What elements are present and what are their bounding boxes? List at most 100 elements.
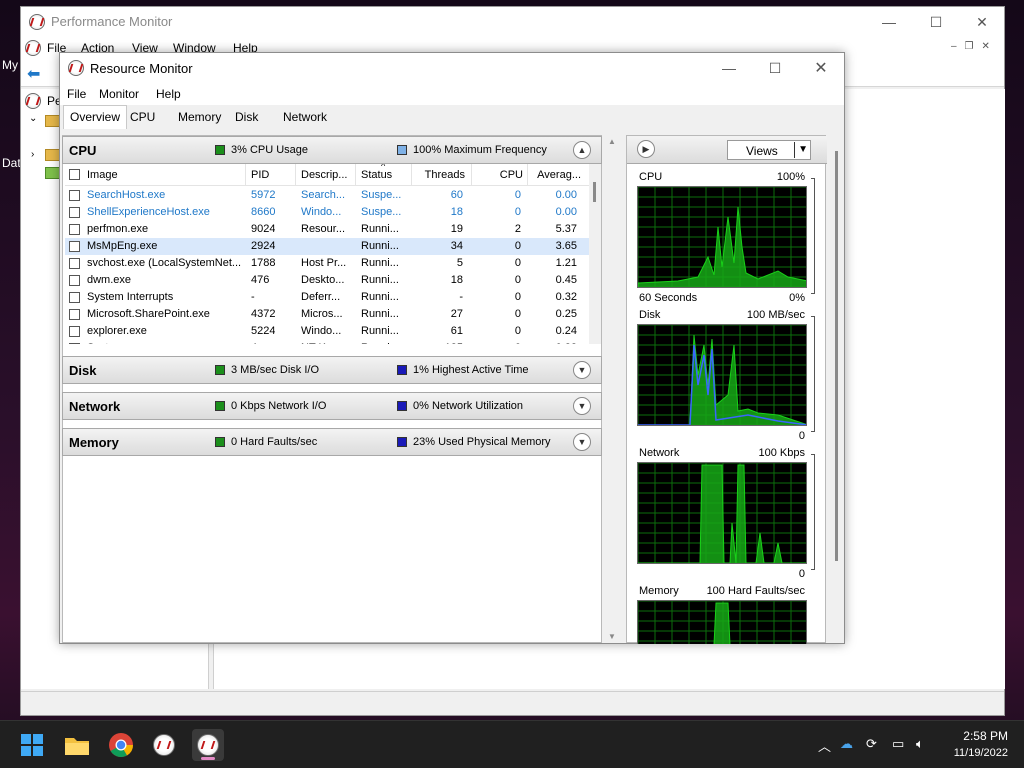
col-image[interactable]: Image (87, 169, 118, 181)
tab-cpu[interactable]: CPU (124, 108, 161, 129)
col-cpu[interactable]: CPU (475, 169, 523, 181)
pm-minimize-button[interactable]: — (866, 7, 912, 37)
row-pid: 9024 (251, 223, 276, 235)
disk-expand-chevron-icon[interactable]: ▼ (573, 361, 591, 379)
col-description[interactable]: Descrip... (301, 169, 347, 181)
desktop-icon-label-2[interactable]: Dat (2, 156, 21, 170)
memory-expand-chevron-icon[interactable]: ▼ (573, 433, 591, 451)
table-row[interactable]: MsMpEng.exe 2924 Runni... 34 0 3.65 (65, 238, 589, 255)
back-arrow-icon[interactable]: ⬅ (27, 64, 40, 84)
row-checkbox[interactable] (69, 258, 80, 269)
row-description: Deskto... (301, 274, 345, 286)
row-checkbox[interactable] (69, 224, 80, 235)
row-checkbox[interactable] (69, 190, 80, 201)
cpu-collapse-chevron-icon[interactable]: ▲ (573, 141, 591, 159)
file-explorer-button[interactable] (61, 729, 93, 761)
row-status: Suspe... (361, 189, 402, 201)
chrome-button[interactable] (105, 729, 137, 761)
tray-overflow-chevron-icon[interactable]: ︿ (818, 736, 831, 755)
pm-titlebar[interactable]: Performance Monitor — ☐ ✕ (21, 7, 1004, 37)
rm-titlebar[interactable]: Resource Monitor — ☐ ✕ (60, 53, 844, 83)
tab-overview[interactable]: Overview (63, 105, 128, 129)
graph-pane-scrollbar[interactable] (830, 135, 842, 643)
overview-scrollbar[interactable]: ▲ ▼ (605, 135, 619, 643)
rm-menu-file[interactable]: File (67, 87, 86, 101)
windows-logo-icon (21, 734, 43, 756)
disk-section-header[interactable]: Disk 3 MB/sec Disk I/O 1% Highest Active… (62, 356, 602, 384)
tree-expand-icon[interactable]: ⌄ (29, 113, 37, 124)
col-average[interactable]: Averag... (531, 169, 581, 181)
network-expand-chevron-icon[interactable]: ▼ (573, 397, 591, 415)
memory-section-header[interactable]: Memory 0 Hard Faults/sec 23% Used Physic… (62, 428, 602, 456)
network-section-header[interactable]: Network 0 Kbps Network I/O 0% Network Ut… (62, 392, 602, 420)
graph-pane-scrollbar-thumb[interactable] (835, 151, 838, 561)
scroll-up-arrow-icon[interactable]: ▲ (608, 137, 616, 146)
table-row[interactable]: Microsoft.SharePoint.exe 4372 Micros... Run… (65, 306, 589, 323)
row-checkbox[interactable] (69, 309, 80, 320)
row-status: Runni... (361, 223, 399, 235)
onedrive-cloud-icon[interactable]: ☁ (840, 736, 853, 752)
table-row[interactable]: svchost.exe (LocalSystemNet... 1788 Host P… (65, 255, 589, 272)
row-pid: 476 (251, 274, 270, 286)
pm-maximize-button[interactable]: ☐ (913, 7, 959, 37)
rm-menu-help[interactable]: Help (156, 87, 181, 101)
row-image: MsMpEng.exe (87, 240, 158, 252)
rm-minimize-button[interactable]: — (706, 53, 752, 83)
row-status: Suspe... (361, 206, 402, 218)
cpu-frequency-text: 100% Maximum Frequency (413, 144, 547, 156)
network-graph-title: Network (639, 447, 680, 459)
rm-close-button[interactable]: ✕ (798, 53, 844, 83)
pm-close-button[interactable]: ✕ (959, 7, 1005, 37)
col-threads[interactable]: Threads (415, 169, 465, 181)
cpu-section-header[interactable]: CPU 3% CPU Usage 100% Maximum Frequency … (62, 136, 602, 164)
row-description: Micros... (301, 308, 343, 320)
row-checkbox[interactable] (69, 275, 80, 286)
clock-time[interactable]: 2:58 PM (958, 729, 1008, 743)
pm-mdi-controls[interactable]: –❐✕ (951, 41, 998, 52)
rm-overview-pane: CPU 3% CPU Usage 100% Maximum Frequency … (62, 135, 602, 643)
row-checkbox[interactable] (69, 207, 80, 218)
table-row[interactable]: explorer.exe 5224 Windo... Runni... 61 0 0.24 (65, 323, 589, 340)
row-average: 0.45 (555, 274, 577, 286)
row-checkbox[interactable] (69, 241, 80, 252)
table-row[interactable]: System 4 NT Ker... Runni... 135 0 0.23 (65, 340, 589, 344)
cpu-table-scrollbar[interactable] (589, 164, 601, 344)
row-checkbox[interactable] (69, 326, 80, 337)
table-row[interactable]: ShellExperienceHost.exe 8660 Windo... Suspe… (65, 204, 589, 221)
sync-update-icon[interactable]: ⟳ (866, 736, 877, 752)
scroll-down-arrow-icon[interactable]: ▼ (608, 632, 616, 641)
resmon-taskbar-button[interactable] (192, 729, 224, 761)
views-dropdown[interactable]: Views ▼ (727, 140, 811, 160)
clock-date[interactable]: 11/19/2022 (940, 747, 1008, 759)
tab-memory[interactable]: Memory (172, 108, 227, 129)
row-cpu: 2 (514, 223, 521, 235)
volume-speaker-icon[interactable]: 🔈︎ (916, 736, 924, 752)
row-description: Resour... (301, 223, 346, 235)
table-row[interactable]: perfmon.exe 9024 Resour... Runni... 19 2 5.37 (65, 221, 589, 238)
rm-menu-monitor[interactable]: Monitor (99, 87, 139, 101)
disk-graph-min: 0 (798, 430, 805, 442)
table-row[interactable]: dwm.exe 476 Deskto... Runni... 18 0 0.45 (65, 272, 589, 289)
select-all-checkbox[interactable] (69, 169, 80, 180)
table-row[interactable]: SearchHost.exe 5972 Search... Suspe... 60 0 0.… (65, 187, 589, 204)
tab-disk[interactable]: Disk (229, 108, 264, 129)
perfmon-taskbar-button[interactable] (148, 729, 180, 761)
network-monitor-icon[interactable]: ▭ (892, 736, 904, 752)
start-button[interactable] (16, 729, 48, 761)
tab-network[interactable]: Network (277, 108, 333, 129)
col-pid[interactable]: PID (251, 169, 269, 181)
row-threads: 18 (450, 206, 463, 218)
row-checkbox[interactable] (69, 343, 80, 344)
desktop-icon-label-1[interactable]: My (2, 58, 18, 72)
row-checkbox[interactable] (69, 292, 80, 303)
row-cpu: 0 (514, 308, 521, 320)
graph-pane-toggle-icon[interactable]: ▶ (637, 140, 655, 158)
row-threads: 27 (450, 308, 463, 320)
tree-collapse-icon[interactable]: › (31, 149, 34, 160)
table-row[interactable]: System Interrupts - Deferr... Runni... - 0 0.3… (65, 289, 589, 306)
rm-maximize-button[interactable]: ☐ (752, 53, 798, 83)
row-status: Runni... (361, 308, 399, 320)
col-status[interactable]: Status (361, 169, 392, 181)
row-average: 5.37 (555, 223, 577, 235)
cpu-table-scrollbar-thumb[interactable] (593, 182, 596, 202)
